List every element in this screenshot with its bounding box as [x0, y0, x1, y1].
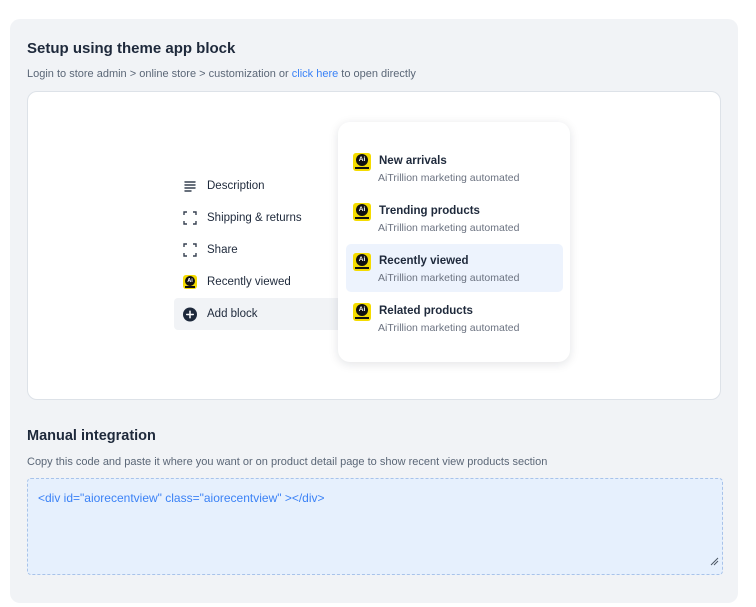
subtitle-suffix: to open directly: [338, 68, 416, 80]
dropdown-item-desc: AiTrillion marketing automated: [378, 322, 520, 334]
subtitle-prefix: Login to store admin > online store > cu…: [27, 68, 292, 80]
aitrillion-logo-icon: Ai: [353, 303, 371, 321]
add-block-button[interactable]: Add block: [174, 298, 344, 330]
theme-preview: Description Shipping & returns Share Ai: [27, 91, 721, 400]
dropdown-item-name: Trending products: [379, 205, 480, 217]
block-item-share: Share: [174, 234, 344, 266]
block-label: Recently viewed: [207, 276, 291, 288]
setup-card: Setup using theme app block Login to sto…: [10, 19, 738, 603]
dropdown-item-name: Related products: [379, 305, 473, 317]
embed-code-text: <div id="aiorecentview" class="aiorecent…: [38, 491, 325, 505]
plus-circle-icon: [183, 307, 197, 321]
dashed-frame-icon: [183, 211, 197, 225]
dropdown-item-recently-viewed[interactable]: Ai Recently viewed AiTrillion marketing …: [346, 244, 563, 292]
embed-code-textarea[interactable]: <div id="aiorecentview" class="aiorecent…: [27, 478, 723, 575]
block-label: Description: [207, 180, 265, 192]
block-label: Add block: [207, 308, 258, 320]
block-label: Share: [207, 244, 238, 256]
dropdown-item-desc: AiTrillion marketing automated: [378, 222, 520, 234]
resize-handle-icon[interactable]: [710, 553, 719, 571]
setup-subtitle: Login to store admin > online store > cu…: [27, 68, 416, 80]
click-here-link[interactable]: click here: [292, 68, 338, 80]
aitrillion-logo-icon: Ai: [353, 153, 371, 171]
manual-integration-title: Manual integration: [27, 428, 156, 444]
block-picker-dropdown: Ai New arrivals AiTrillion marketing aut…: [338, 122, 570, 362]
dropdown-item-new-arrivals[interactable]: Ai New arrivals AiTrillion marketing aut…: [346, 144, 563, 192]
dropdown-item-related-products[interactable]: Ai Related products AiTrillion marketing…: [346, 294, 563, 342]
dropdown-item-desc: AiTrillion marketing automated: [378, 272, 520, 284]
dropdown-item-desc: AiTrillion marketing automated: [378, 172, 520, 184]
setup-title: Setup using theme app block: [27, 40, 236, 57]
block-list: Description Shipping & returns Share Ai: [174, 170, 344, 330]
block-item-recently-viewed: Ai Recently viewed: [174, 266, 344, 298]
aitrillion-logo-icon: Ai: [353, 203, 371, 221]
dashed-frame-icon: [183, 243, 197, 257]
aitrillion-logo-icon: Ai: [353, 253, 371, 271]
dropdown-item-name: Recently viewed: [379, 255, 469, 267]
dropdown-item-trending-products[interactable]: Ai Trending products AiTrillion marketin…: [346, 194, 563, 242]
block-label: Shipping & returns: [207, 212, 302, 224]
aitrillion-logo-icon: Ai: [183, 275, 197, 289]
text-lines-icon: [183, 179, 197, 193]
dropdown-item-name: New arrivals: [379, 155, 447, 167]
block-item-description: Description: [174, 170, 344, 202]
manual-integration-desc: Copy this code and paste it where you wa…: [27, 456, 548, 468]
block-item-shipping-returns: Shipping & returns: [174, 202, 344, 234]
